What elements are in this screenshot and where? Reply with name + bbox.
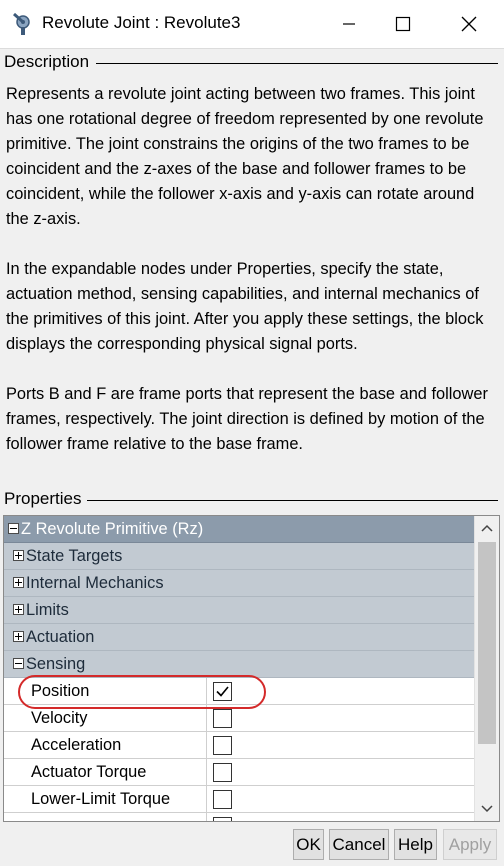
collapse-icon[interactable] xyxy=(13,658,24,669)
velocity-checkbox[interactable] xyxy=(213,709,232,728)
sensing-item-partial xyxy=(4,813,474,821)
group-label: Internal Mechanics xyxy=(26,574,164,592)
expand-icon[interactable] xyxy=(13,631,24,642)
group-state-targets[interactable]: State Targets xyxy=(4,543,474,570)
description-text: Represents a revolute joint acting betwe… xyxy=(6,82,496,482)
description-paragraph: Represents a revolute joint acting betwe… xyxy=(6,85,484,228)
sensing-item-acceleration: Acceleration xyxy=(4,732,474,759)
item-label: Acceleration xyxy=(31,736,122,754)
maximize-button[interactable] xyxy=(372,0,434,48)
cancel-button[interactable]: Cancel xyxy=(329,829,389,860)
title-bar: Revolute Joint : Revolute3 xyxy=(0,0,504,49)
group-sensing[interactable]: Sensing xyxy=(4,651,474,678)
maximize-icon xyxy=(395,16,411,32)
scroll-up-button[interactable] xyxy=(475,516,499,540)
chevron-down-icon xyxy=(481,805,493,813)
sensing-item-lower-limit-torque: Lower-Limit Torque xyxy=(4,786,474,813)
apply-button[interactable]: Apply xyxy=(443,829,497,860)
help-button[interactable]: Help xyxy=(394,829,437,860)
close-button[interactable] xyxy=(438,0,500,48)
item-label: Lower-Limit Torque xyxy=(31,790,171,808)
group-label: Actuation xyxy=(26,628,95,646)
acceleration-checkbox[interactable] xyxy=(213,736,232,755)
close-icon xyxy=(461,16,477,32)
position-highlight xyxy=(18,675,266,709)
properties-divider xyxy=(87,500,498,501)
actuator-torque-checkbox[interactable] xyxy=(213,763,232,782)
collapse-icon[interactable] xyxy=(8,523,19,534)
scroll-thumb[interactable] xyxy=(478,542,496,744)
properties-label: Properties xyxy=(4,489,84,509)
description-label: Description xyxy=(4,52,92,72)
description-paragraph: Ports B and F are frame ports that repre… xyxy=(6,385,488,453)
scroll-down-button[interactable] xyxy=(475,797,499,821)
properties-tree[interactable]: Z Revolute Primitive (Rz) State Targets … xyxy=(3,515,500,822)
primitive-node[interactable]: Z Revolute Primitive (Rz) xyxy=(4,516,474,543)
item-label: Velocity xyxy=(31,709,88,727)
group-limits[interactable]: Limits xyxy=(4,597,474,624)
minimize-button[interactable] xyxy=(318,0,380,48)
group-actuation[interactable]: Actuation xyxy=(4,624,474,651)
description-paragraph: In the expandable nodes under Properties… xyxy=(6,260,484,353)
item-name-cell: Velocity xyxy=(4,705,207,732)
expand-icon[interactable] xyxy=(13,577,24,588)
sensing-item-velocity: Velocity xyxy=(4,705,474,732)
group-internal-mechanics[interactable]: Internal Mechanics xyxy=(4,570,474,597)
vertical-scrollbar[interactable] xyxy=(474,516,499,821)
simscape-block-icon xyxy=(13,12,30,35)
group-label: Sensing xyxy=(26,655,86,673)
window-title: Revolute Joint : Revolute3 xyxy=(42,13,241,32)
primitive-label: Z Revolute Primitive (Rz) xyxy=(21,520,204,538)
expand-icon[interactable] xyxy=(13,604,24,615)
sensing-item-actuator-torque: Actuator Torque xyxy=(4,759,474,786)
partial-checkbox[interactable] xyxy=(213,817,232,821)
description-divider xyxy=(96,63,498,64)
lower-limit-torque-checkbox[interactable] xyxy=(213,790,232,809)
item-name-cell: Lower-Limit Torque xyxy=(4,786,207,813)
minimize-icon xyxy=(343,23,355,25)
properties-rows: Z Revolute Primitive (Rz) State Targets … xyxy=(4,516,474,821)
item-label: Actuator Torque xyxy=(31,763,147,781)
item-name-cell: Actuator Torque xyxy=(4,759,207,786)
item-name-cell xyxy=(4,813,207,821)
item-name-cell: Acceleration xyxy=(4,732,207,759)
group-label: Limits xyxy=(26,601,69,619)
group-label: State Targets xyxy=(26,547,123,565)
chevron-up-icon xyxy=(481,524,493,532)
expand-icon[interactable] xyxy=(13,550,24,561)
ok-button[interactable]: OK xyxy=(293,829,324,860)
